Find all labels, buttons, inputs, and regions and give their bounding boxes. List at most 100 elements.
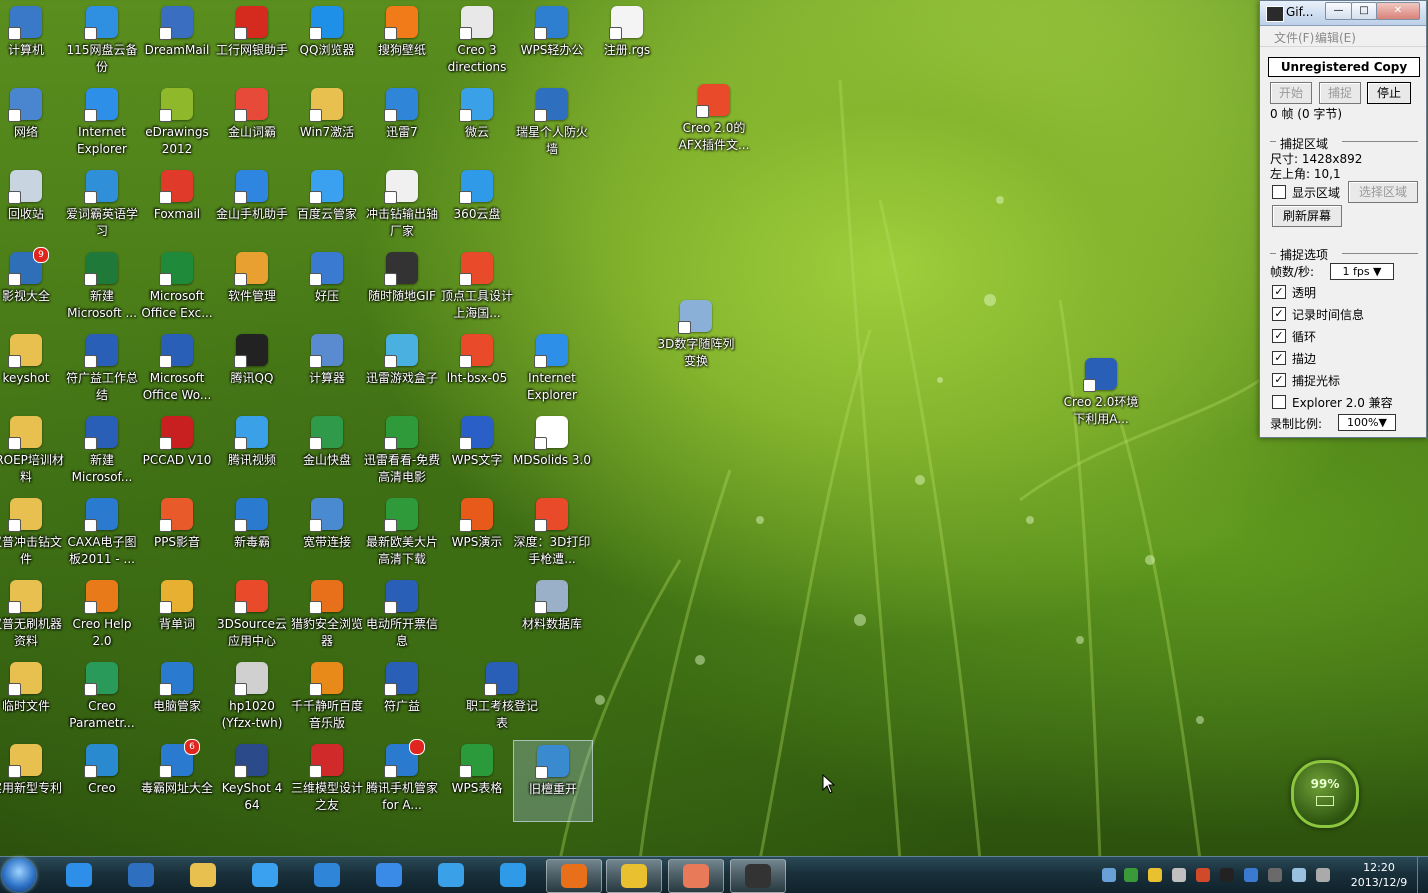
desktop-icon[interactable]: KeyShot 4 64 xyxy=(213,740,291,820)
desktop-icon[interactable]: 实用新型专利 xyxy=(0,740,65,820)
maximize-button[interactable]: □ xyxy=(1351,2,1377,20)
desktop-icon[interactable]: 电动所开票信息 xyxy=(363,576,441,656)
menu-edit[interactable]: 编辑(E) xyxy=(1315,29,1356,46)
desktop-icon[interactable]: Microsoft Office Wo... xyxy=(138,330,216,410)
desktop-icon[interactable]: 6 毒霸网址大全 xyxy=(138,739,216,820)
start-button[interactable] xyxy=(2,858,36,892)
desktop-icon[interactable]: Microsoft Office Exc... xyxy=(138,248,216,328)
desktop-icon[interactable]: 3DSource云应用中心 xyxy=(213,576,291,656)
clock[interactable]: 12:20 2013/12/9 xyxy=(1344,860,1414,890)
desktop-icon[interactable]: 符广益工作总结 xyxy=(63,330,141,410)
gif-capture-window[interactable]: Gif... — □ ✕ 文件(F) 编辑(E) Unregistered Co… xyxy=(1259,0,1427,438)
desktop-icon[interactable]: 回收站 xyxy=(0,166,65,246)
desktop-icon[interactable]: keyshot xyxy=(0,330,65,410)
desktop-icon[interactable]: 9 影视大全 xyxy=(0,247,65,328)
qq-tray-icon[interactable] xyxy=(1220,868,1234,882)
desktop-icon[interactable]: 百度云管家 xyxy=(288,166,366,246)
desktop-icon[interactable]: Creo 2.0环境下利用A... xyxy=(1062,354,1140,434)
desktop-icon[interactable]: WPS表格 xyxy=(438,740,516,820)
taskbar-item-firewall[interactable] xyxy=(114,859,168,891)
wifi-tray-icon[interactable] xyxy=(1292,868,1306,882)
desktop-icon[interactable]: 汉普冲击钻文件 xyxy=(0,494,65,574)
desktop-icon[interactable]: 随时随地GIF xyxy=(363,248,441,328)
fps-select[interactable]: 1 fps ▼ xyxy=(1330,263,1394,280)
taskbar-item-warning-app[interactable] xyxy=(606,859,662,893)
taskbar-item-360-cloud[interactable] xyxy=(486,859,540,891)
desktop-icon[interactable]: 迅雷7 xyxy=(363,84,441,164)
desktop-icon[interactable]: 三维模型设计之友 xyxy=(288,740,366,820)
desktop-icon[interactable]: WPS轻办公 xyxy=(513,2,591,82)
desktop-icon[interactable]: 深度：3D打印手枪遭... xyxy=(513,494,591,574)
battery-widget[interactable]: 99% xyxy=(1291,760,1359,828)
desktop-icon[interactable]: eDrawings 2012 xyxy=(138,84,216,164)
desktop-icon[interactable]: 千千静听百度音乐版 xyxy=(288,658,366,738)
desktop-icon[interactable]: 好压 xyxy=(288,248,366,328)
taskbar-item-qq[interactable] xyxy=(668,859,724,893)
shield-tray-icon[interactable] xyxy=(1148,868,1162,882)
desktop-icon[interactable]: 宽带连接 xyxy=(288,494,366,574)
desktop-icon[interactable]: DreamMail xyxy=(138,2,216,82)
desktop-icon[interactable]: QQ浏览器 xyxy=(288,2,366,82)
desktop-icon[interactable]: PPS影音 xyxy=(138,494,216,574)
desktop-icon[interactable]: 计算器 xyxy=(288,330,366,410)
desktop-icon[interactable]: 金山快盘 xyxy=(288,412,366,492)
close-button[interactable]: ✕ xyxy=(1376,2,1420,20)
taskbar-item-cloud-drive[interactable] xyxy=(362,859,416,891)
desktop-icon[interactable]: 爱词霸英语学习 xyxy=(63,166,141,246)
desktop-icon[interactable]: Foxmail xyxy=(138,166,216,246)
desktop-icon[interactable]: Win7激活 xyxy=(288,84,366,164)
start-button[interactable]: 开始 xyxy=(1270,82,1312,104)
desktop-icon[interactable]: 临时文件 xyxy=(0,658,65,738)
desktop-icon[interactable]: 冲击钻输出轴厂家 xyxy=(363,166,441,246)
desktop-icon[interactable]: 3D数字随阵列变换 xyxy=(657,296,735,376)
desktop-icon[interactable]: 新建 Microsoft ... xyxy=(63,248,141,328)
app-tray-icon[interactable] xyxy=(1316,868,1330,882)
antivirus-tray-icon[interactable] xyxy=(1124,868,1138,882)
desktop-icon[interactable]: CAXA电子图板2011 - ... xyxy=(63,494,141,574)
desktop-icon[interactable]: 新毒霸 xyxy=(213,494,291,574)
taskbar-item-explorer[interactable] xyxy=(176,859,230,891)
desktop-icon[interactable]: 猎豹安全浏览器 xyxy=(288,576,366,656)
desktop-icon[interactable]: MDSolids 3.0 xyxy=(513,412,591,492)
desktop-icon[interactable]: PROEP培训材料 xyxy=(0,412,65,492)
desktop-icon[interactable]: 电脑管家 xyxy=(138,658,216,738)
desktop-icon[interactable]: Internet Explorer xyxy=(63,84,141,164)
stop-button[interactable]: 停止 xyxy=(1367,82,1411,104)
desktop-icon[interactable]: 最新欧美大片高清下载 xyxy=(363,494,441,574)
show-desktop-button[interactable] xyxy=(1417,857,1428,893)
desktop-icon[interactable]: 背单词 xyxy=(138,576,216,656)
desktop-icon[interactable]: 网络 xyxy=(0,84,65,164)
desktop-icon[interactable]: WPS演示 xyxy=(438,494,516,574)
taskbar-item-cheetah[interactable] xyxy=(546,859,602,893)
desktop-icon[interactable]: 腾讯视频 xyxy=(213,412,291,492)
desktop-icon[interactable]: 腾讯手机管家 for A... xyxy=(363,739,441,820)
desktop-icon[interactable]: 金山词霸 xyxy=(213,84,291,164)
app-tray-icon[interactable] xyxy=(1244,868,1258,882)
desktop-icon[interactable]: 材料数据库 xyxy=(513,576,591,656)
scale-select[interactable]: 100%▼ xyxy=(1338,414,1396,431)
option-checkbox-cursor[interactable]: ✓ xyxy=(1272,373,1286,387)
refresh-screen-button[interactable]: 刷新屏幕 xyxy=(1272,205,1342,227)
desktop-icon[interactable]: hp1020 (Yfzx-twh) xyxy=(213,658,291,738)
menu-file[interactable]: 文件(F) xyxy=(1274,29,1314,46)
desktop-icon[interactable]: Creo Help 2.0 xyxy=(63,576,141,656)
desktop-icon[interactable]: 115网盘云备份 xyxy=(63,2,141,82)
desktop-icon[interactable]: 顶点工具设计上海国... xyxy=(438,248,516,328)
app-tray-icon[interactable] xyxy=(1268,868,1282,882)
option-checkbox-explorer[interactable] xyxy=(1272,395,1286,409)
taskbar-item-weiyun[interactable] xyxy=(424,859,478,891)
taskbar-item-ie[interactable] xyxy=(52,859,106,891)
desktop-icon[interactable]: lht-bsx-05 xyxy=(438,330,516,410)
option-checkbox-outline[interactable]: ✓ xyxy=(1272,351,1286,365)
title-bar[interactable]: Gif... — □ ✕ xyxy=(1260,1,1426,26)
desktop-icon[interactable]: 迅雷看看-免费高清电影 xyxy=(363,412,441,492)
network-tray-icon[interactable] xyxy=(1102,868,1116,882)
show-area-checkbox[interactable] xyxy=(1272,185,1286,199)
taskbar-item-thunder[interactable] xyxy=(300,859,354,891)
desktop-icon[interactable]: Internet Explorer xyxy=(513,330,591,410)
desktop-icon[interactable]: 搜狗壁纸 xyxy=(363,2,441,82)
minimize-button[interactable]: — xyxy=(1325,2,1352,20)
desktop-icon[interactable]: WPS文字 xyxy=(438,412,516,492)
desktop-icon[interactable]: 360云盘 xyxy=(438,166,516,246)
option-checkbox-transparent[interactable]: ✓ xyxy=(1272,285,1286,299)
